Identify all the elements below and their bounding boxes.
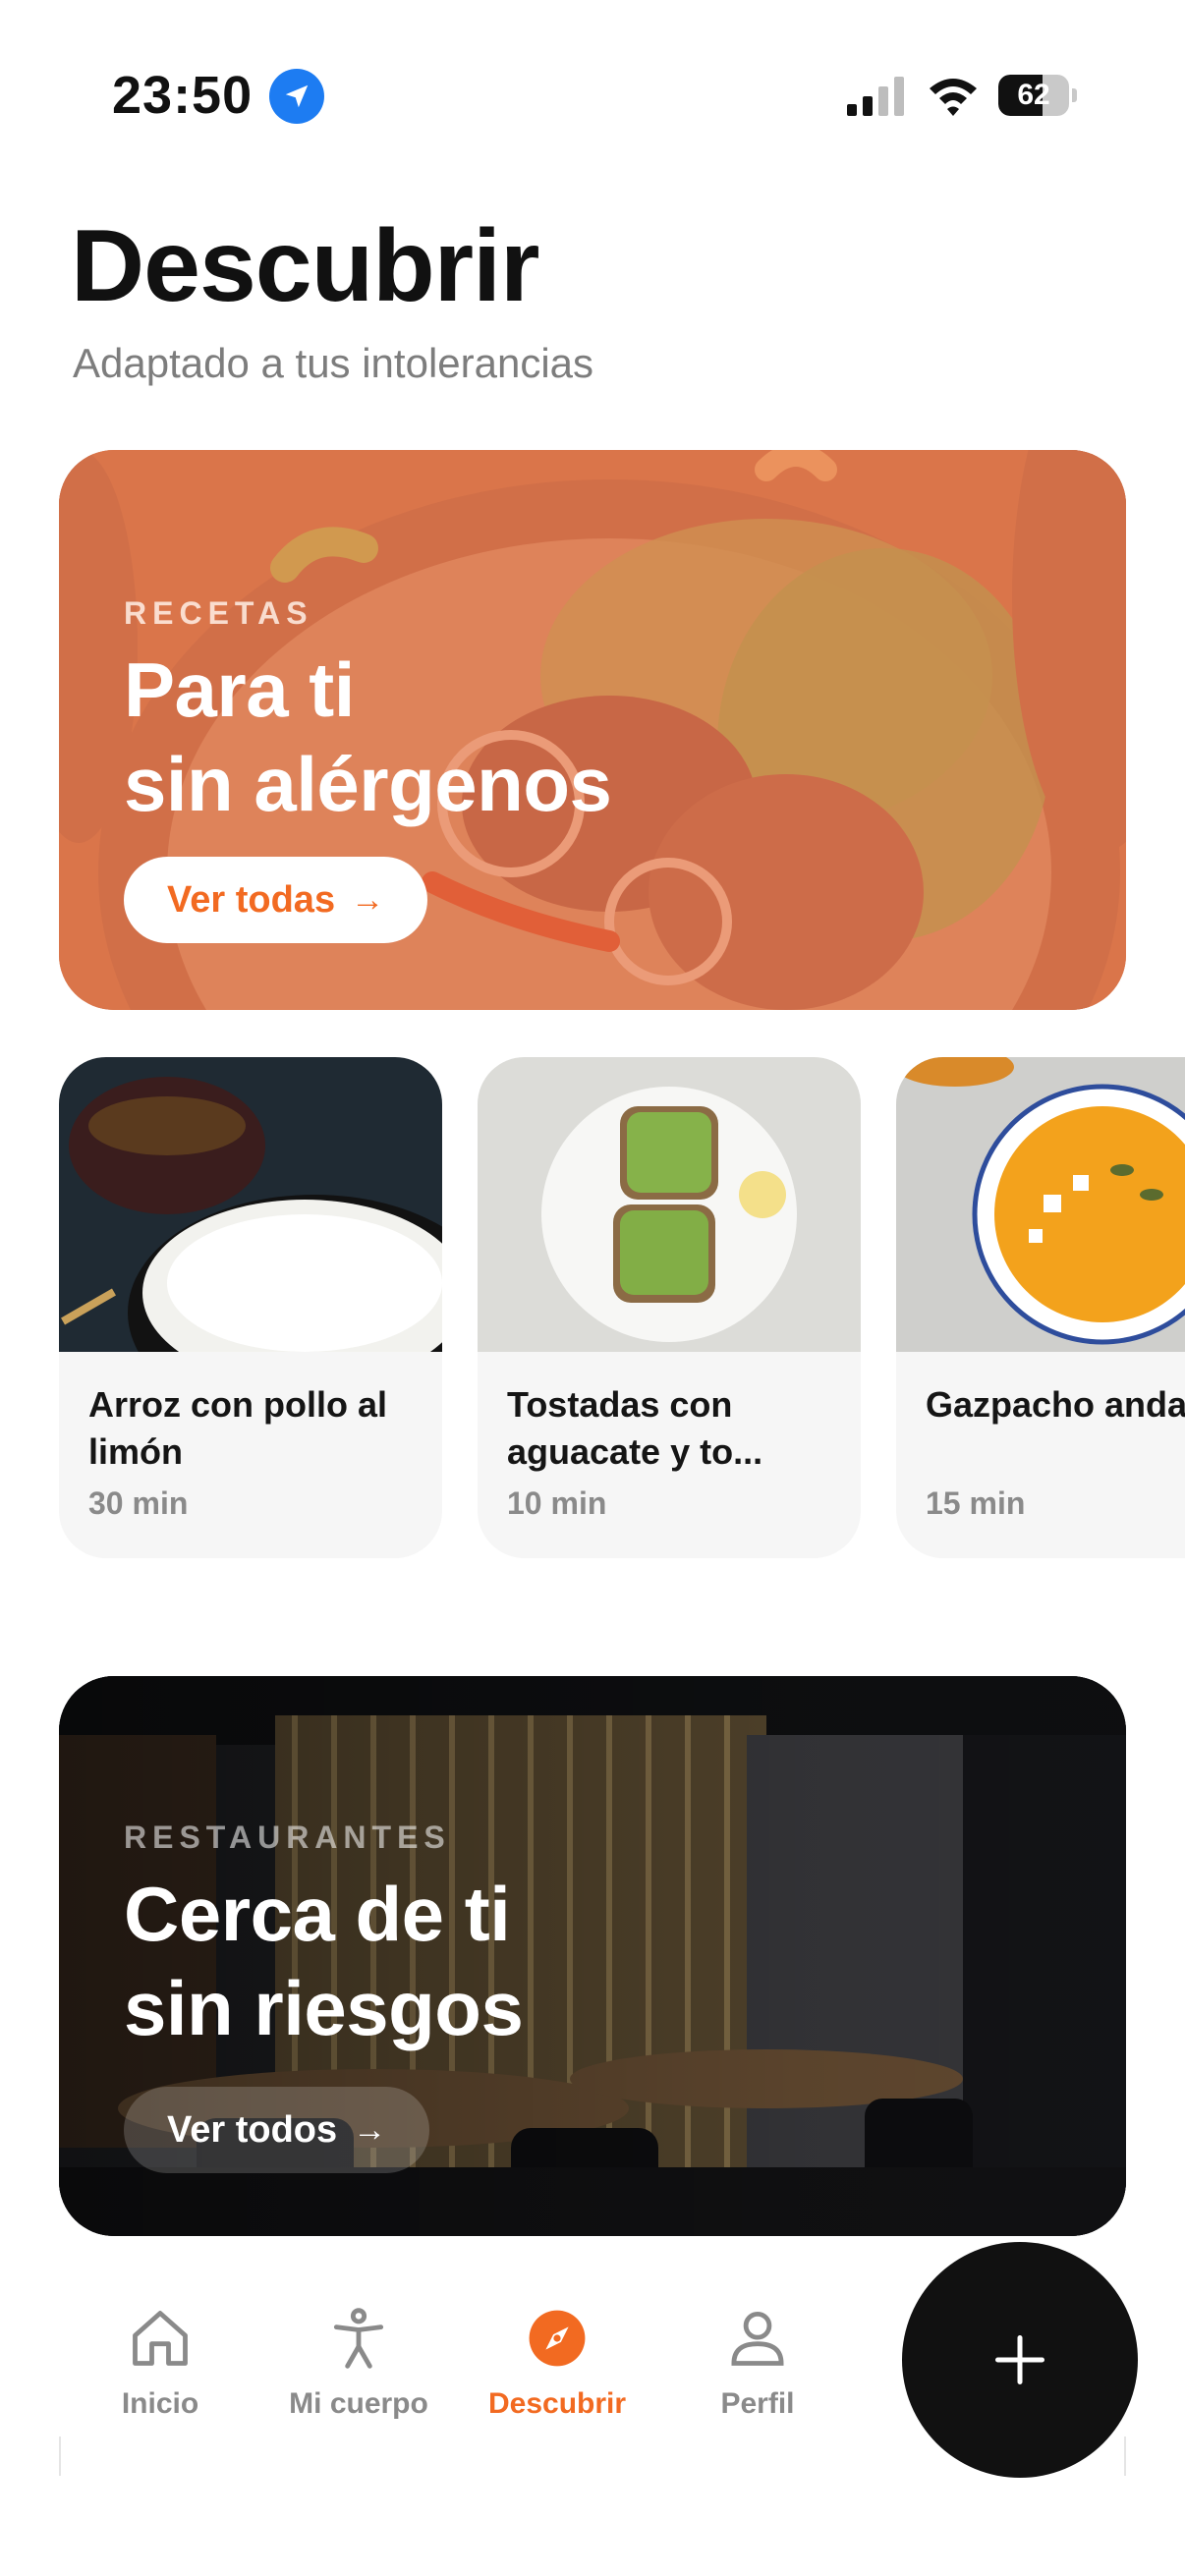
page-subtitle: Adaptado a tus intolerancias	[73, 340, 594, 386]
recipes-eyebrow: RECETAS	[124, 595, 313, 631]
recipe-time: 30 min	[88, 1485, 189, 1521]
recipe-time: 10 min	[507, 1485, 607, 1521]
cellular-signal-icon	[847, 77, 904, 116]
plus-icon	[995, 2335, 1044, 2384]
restaurants-title-line-1: Cerca de ti	[124, 1871, 511, 1957]
location-arrow-icon	[269, 69, 324, 124]
battery-icon: 62	[998, 75, 1077, 116]
recipe-name: Arroz con pollo al limón	[88, 1384, 388, 1472]
see-all-recipes-button[interactable]: Ver todas →	[124, 857, 428, 943]
compass-icon	[518, 2299, 596, 2378]
restaurants-title-line-2: sin riesgos	[124, 1965, 524, 2051]
recipe-carousel[interactable]: Arroz con pollo al limón 30 min Tostadas…	[0, 1057, 1185, 1558]
recipes-hero-title: Para ti sin alérgenos	[124, 643, 612, 831]
recipe-name: Tostadas con aguacate y to...	[507, 1384, 763, 1472]
recipe-card[interactable]: Tostadas con aguacate y to... 10 min	[478, 1057, 861, 1558]
status-bar: 23:50 62	[0, 0, 1185, 196]
tab-perfil[interactable]: Perfil	[669, 2299, 846, 2421]
tab-mi-cuerpo-label: Mi cuerpo	[289, 2387, 428, 2420]
wifi-icon	[930, 79, 977, 116]
arrow-right-icon: →	[353, 2110, 387, 2149]
gazpacho-bowl-image	[896, 1057, 1185, 1352]
tab-inicio-label: Inicio	[121, 2387, 199, 2420]
person-icon	[718, 2299, 797, 2378]
see-all-recipes-label: Ver todas	[167, 878, 336, 921]
tab-mi-cuerpo[interactable]: Mi cuerpo	[270, 2299, 447, 2421]
arrow-right-icon: →	[351, 880, 385, 919]
battery-percent: 62	[1017, 79, 1050, 111]
recipes-title-line-1: Para ti	[124, 646, 355, 733]
recipe-time: 15 min	[926, 1485, 1026, 1521]
recipe-card[interactable]: Gazpacho andaluz 15 min	[896, 1057, 1185, 1558]
home-icon	[121, 2299, 199, 2378]
tab-inicio[interactable]: Inicio	[72, 2299, 249, 2421]
see-all-restaurants-label: Ver todos	[167, 2108, 338, 2151]
recipes-hero-card[interactable]: RECETAS Para ti sin alérgenos Ver todas …	[59, 450, 1126, 1010]
tab-descubrir-label: Descubrir	[487, 2387, 627, 2420]
page-title: Descubrir	[71, 209, 540, 323]
see-all-restaurants-button[interactable]: Ver todos →	[124, 2087, 430, 2173]
recipes-title-line-2: sin alérgenos	[124, 741, 612, 827]
avocado-toast-image	[478, 1057, 861, 1352]
recipe-name: Gazpacho andaluz	[926, 1384, 1185, 1425]
restaurants-eyebrow: RESTAURANTES	[124, 1820, 451, 1855]
recipe-card[interactable]: Arroz con pollo al limón 30 min	[59, 1057, 442, 1558]
restaurants-hero-card[interactable]: RESTAURANTES Cerca de ti sin riesgos Ver…	[59, 1676, 1126, 2236]
restaurants-hero-title: Cerca de ti sin riesgos	[124, 1867, 524, 2055]
add-button[interactable]	[902, 2242, 1138, 2478]
tab-descubrir[interactable]: Descubrir	[469, 2299, 646, 2421]
tab-perfil-label: Perfil	[720, 2387, 795, 2420]
body-figure-icon	[319, 2299, 398, 2378]
status-time: 23:50	[112, 66, 254, 125]
rice-bowl-image	[59, 1057, 442, 1352]
